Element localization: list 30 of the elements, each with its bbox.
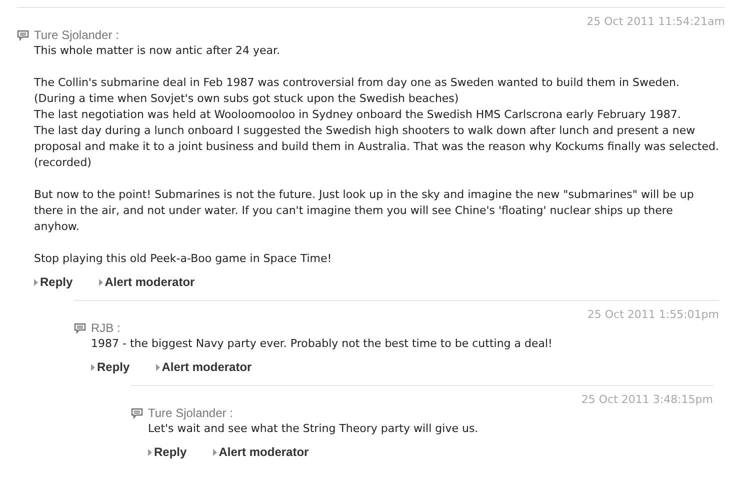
triangle-icon xyxy=(91,364,95,370)
comment-action-link[interactable]: Reply xyxy=(34,274,73,290)
comment-text: The last negotiation was held at Wooloomooloo in Sydney onboard the Swedish HMS Carlscrona early February 1987. xyxy=(34,107,682,123)
triangle-icon xyxy=(148,448,152,456)
triangle-icon xyxy=(156,364,160,370)
comment-action-link[interactable]: Alert moderator xyxy=(212,444,309,460)
comment-text: But now to the point! Submarines is not the future. Just look up in the sky and imagine the new "submarines" will be up there in the air, and not under water. If you can't imagine them you will see Chine's 'floating' nuclear ships up there anyhow. xyxy=(34,187,695,235)
comment-text: 1987 - the biggest Navy party ever. Probably not the best time to be cutting a deal! xyxy=(91,336,554,352)
comment-timestamp: 25 Oct 2011 1:55:01pm xyxy=(587,308,719,322)
comment-action-link[interactable]: Reply xyxy=(91,359,130,375)
comment-action-link[interactable]: Alert moderator xyxy=(156,359,252,375)
speech-bubble-icon xyxy=(17,30,29,40)
comment-text: Let's wait and see what the String Theory party will give us. xyxy=(148,421,480,437)
triangle-icon xyxy=(212,448,217,456)
comment-action-link[interactable]: Reply xyxy=(148,444,187,460)
comment-text: The last day during a lunch onboard I suggested the Swedish high shooters to walk down after lunch and present a new proposal and make it to a joint business and build them in Australia. That was the reason why Kockums finally was selected.(recorded) xyxy=(34,123,719,171)
comment-timestamp: 25 Oct 2011 3:48:15pm xyxy=(581,393,713,407)
comment-text: The Collin's submarine deal in Feb 1987 was controversial from day one as Sweden wanted to build them in Sweden. xyxy=(34,75,680,91)
comment-text: Stop playing this old Peek-a-Boo game in Space Time! xyxy=(34,251,333,267)
speech-bubble-icon xyxy=(131,408,143,418)
triangle-icon xyxy=(98,278,103,286)
comment-author: RJB : xyxy=(91,320,120,336)
comment-timestamp: 25 Oct 2011 11:54:21am xyxy=(586,15,725,29)
comment-author: Ture Sjolander : xyxy=(34,27,119,43)
comment-action-link[interactable]: Alert moderator xyxy=(98,274,195,290)
triangle-icon xyxy=(34,278,38,286)
comment-author: Ture Sjolander : xyxy=(148,405,233,421)
speech-bubble-icon xyxy=(74,322,86,334)
comment-text: This whole matter is now antic after 24 year. xyxy=(34,43,282,59)
comment-text: (During a time when Sovjet's own subs got stuck upon the Swedish beaches) xyxy=(34,91,460,107)
